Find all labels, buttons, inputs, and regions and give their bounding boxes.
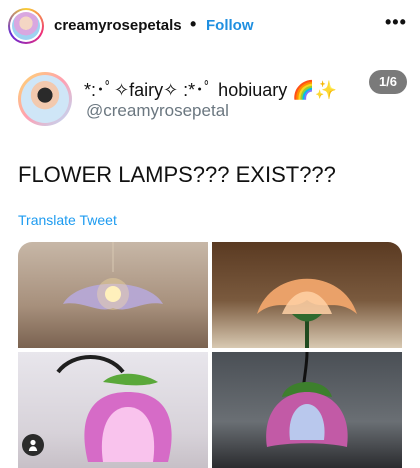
user-icon <box>28 439 38 451</box>
separator-dot: • <box>190 14 197 34</box>
flower-lamp-illustration-1 <box>63 242 163 310</box>
username[interactable]: creamyrosepetals <box>54 17 182 34</box>
profile-avatar[interactable] <box>8 8 44 44</box>
flower-lamp-photo-3[interactable] <box>18 352 208 468</box>
flower-lamp-photo-2[interactable] <box>212 242 402 348</box>
translate-tweet-link[interactable]: Translate Tweet <box>18 212 117 228</box>
tagged-user-button[interactable] <box>22 434 44 456</box>
carousel-count-badge: 1/6 <box>369 70 407 94</box>
flower-lamp-illustration-3 <box>56 355 172 462</box>
flower-lamp-photo-4[interactable] <box>212 352 402 468</box>
follow-button[interactable]: Follow <box>206 17 254 34</box>
instagram-header: creamyrosepetals • Follow ••• <box>0 0 420 52</box>
profile-avatar-ring <box>10 10 42 42</box>
tweet-avatar <box>18 72 72 126</box>
profile-avatar-image <box>12 12 40 40</box>
tweet-text: FLOWER LAMPS??? EXIST??? <box>18 162 336 187</box>
tweet-handle: @creamyrosepetal <box>86 101 229 120</box>
flower-lamp-illustration-4 <box>266 352 348 447</box>
flower-lamp-photo-1[interactable] <box>18 242 208 348</box>
flower-lamp-illustration-2 <box>257 278 357 348</box>
tweet-card: *:･ﾟ✧fairy✧ :*･ﾟ hobiuary 🌈✨ @creamyrose… <box>0 52 420 468</box>
tweet-display-name: *:･ﾟ✧fairy✧ :*･ﾟ hobiuary 🌈✨ <box>84 80 338 100</box>
tweet-image-grid <box>18 242 402 468</box>
more-options-icon[interactable]: ••• <box>385 12 407 33</box>
tweet-avatar-image <box>21 75 69 123</box>
